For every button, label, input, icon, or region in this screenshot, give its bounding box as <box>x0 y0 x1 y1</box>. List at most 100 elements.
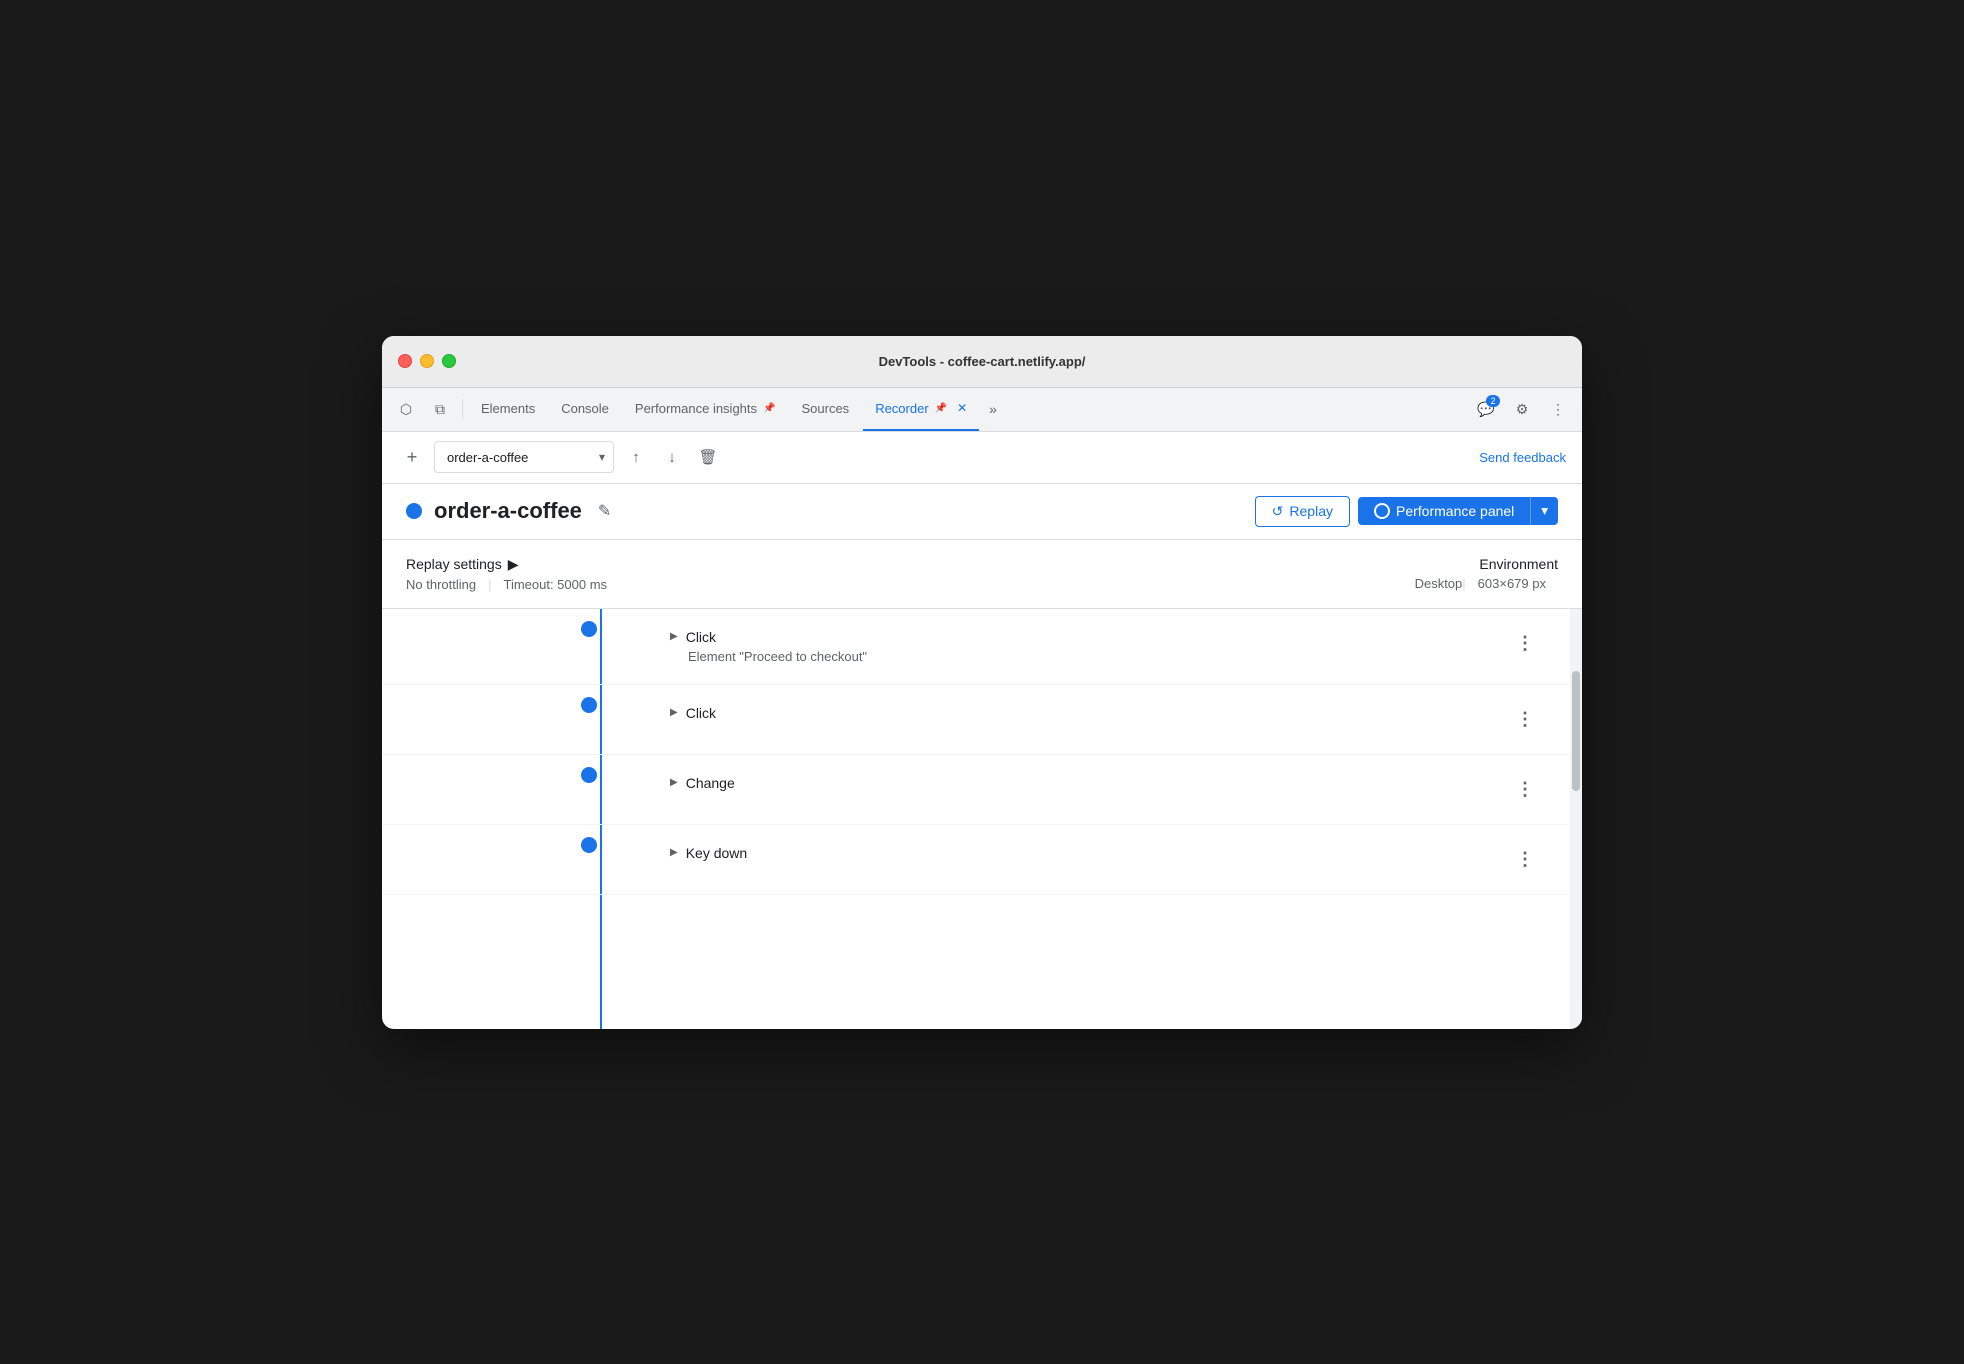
settings-detail: No throttling | Timeout: 5000 ms <box>406 577 619 592</box>
import-button[interactable]: ↓ <box>658 443 686 471</box>
plus-icon: + <box>407 447 418 468</box>
step-2-dot <box>581 697 597 713</box>
step-2-name: Click <box>686 705 716 721</box>
step-1-description: Element "Proceed to checkout" <box>670 649 1508 664</box>
more-tabs-button[interactable]: » <box>981 387 1005 431</box>
maximize-window-button[interactable] <box>442 354 456 368</box>
step-4-name: Key down <box>686 845 747 861</box>
cursor-icon: ⬡ <box>400 401 412 418</box>
devtools-window: DevTools - coffee-cart.netlify.app/ ⬡ ⧉ … <box>382 336 1582 1029</box>
window-title: DevTools - coffee-cart.netlify.app/ <box>879 354 1086 369</box>
step-3-name: Change <box>686 775 735 791</box>
recording-header: order-a-coffee ✎ ↺ Replay Performance pa… <box>382 484 1582 540</box>
resolution-value: 603×679 px <box>1466 576 1558 591</box>
scrollbar[interactable] <box>1570 609 1582 1029</box>
new-recording-button[interactable]: + <box>398 443 426 471</box>
tab-recorder[interactable]: Recorder 📌 ✕ <box>863 387 979 431</box>
performance-panel-group: Performance panel ▾ <box>1358 497 1558 525</box>
tab-console-label: Console <box>561 401 609 416</box>
performance-icon <box>1374 503 1390 519</box>
comments-badge: 2 <box>1486 395 1500 407</box>
step-1-content: ▶ Click Element "Proceed to checkout" <box>622 629 1508 664</box>
settings-right: Environment Desktop | 603×679 px <box>1415 556 1558 591</box>
send-feedback-link[interactable]: Send feedback <box>1479 450 1566 465</box>
delete-button[interactable]: 🗑 <box>694 443 722 471</box>
settings-section: Replay settings ▶ No throttling | Timeou… <box>382 540 1582 609</box>
step-1: ▶ Click Element "Proceed to checkout" ⋮ <box>382 609 1582 685</box>
layers-icon-btn[interactable]: ⧉ <box>424 393 456 425</box>
tab-divider <box>462 399 463 419</box>
step-2-more-button[interactable]: ⋮ <box>1508 705 1542 734</box>
tabs-bar: ⬡ ⧉ Elements Console Performance insight… <box>382 388 1582 432</box>
pin-icon: 📌 <box>763 403 775 414</box>
timeout-value: Timeout: 5000 ms <box>491 577 619 592</box>
export-button[interactable]: ↑ <box>622 443 650 471</box>
step-4: ▶ Key down ⋮ <box>382 825 1582 895</box>
delete-icon: 🗑 <box>698 448 717 466</box>
steps-container: ▶ Click Element "Proceed to checkout" ⋮ … <box>382 609 1582 1029</box>
throttling-value: No throttling <box>406 577 488 592</box>
chevron-down-icon: ▾ <box>599 450 605 464</box>
step-1-expand-icon: ▶ <box>670 631 678 642</box>
close-tab-icon[interactable]: ✕ <box>957 401 967 415</box>
more-vertical-icon: ⋮ <box>1551 401 1565 418</box>
performance-panel-button[interactable]: Performance panel <box>1358 497 1530 525</box>
tab-performance-insights[interactable]: Performance insights 📌 <box>623 387 788 431</box>
toolbar: + order-a-coffee ▾ ↑ ↓ 🗑 Send feedback <box>382 432 1582 484</box>
tab-elements[interactable]: Elements <box>469 387 547 431</box>
traffic-lights <box>398 354 456 368</box>
step-4-expand-icon: ▶ <box>670 847 678 858</box>
settings-button[interactable]: ⚙ <box>1506 393 1538 425</box>
tab-elements-label: Elements <box>481 401 535 416</box>
titlebar: DevTools - coffee-cart.netlify.app/ <box>382 336 1582 388</box>
performance-panel-label: Performance panel <box>1396 503 1514 519</box>
tab-performance-insights-label: Performance insights <box>635 401 757 416</box>
comments-button[interactable]: 💬 2 <box>1470 393 1502 425</box>
step-3-content: ▶ Change <box>622 775 1508 791</box>
step-3: ▶ Change ⋮ <box>382 755 1582 825</box>
performance-panel-dropdown-button[interactable]: ▾ <box>1530 497 1558 525</box>
step-2: ▶ Click ⋮ <box>382 685 1582 755</box>
cursor-icon-btn[interactable]: ⬡ <box>390 393 422 425</box>
environment-detail: Desktop | 603×679 px <box>1415 576 1558 591</box>
step-1-name: Click <box>686 629 716 645</box>
step-3-header[interactable]: ▶ Change <box>670 775 1508 791</box>
export-icon: ↑ <box>632 449 640 466</box>
tabs-right: 💬 2 ⚙ ⋮ <box>1470 393 1574 425</box>
device-value: Desktop <box>1415 576 1463 591</box>
edit-pencil-icon[interactable]: ✎ <box>598 501 611 521</box>
step-4-more-button[interactable]: ⋮ <box>1508 845 1542 874</box>
tab-console[interactable]: Console <box>549 387 621 431</box>
step-1-header[interactable]: ▶ Click <box>670 629 1508 645</box>
step-3-expand-icon: ▶ <box>670 777 678 788</box>
more-options-button[interactable]: ⋮ <box>1542 393 1574 425</box>
layers-icon: ⧉ <box>435 401 445 418</box>
step-1-more-button[interactable]: ⋮ <box>1508 629 1542 658</box>
replay-settings-button[interactable]: Replay settings ▶ <box>406 556 619 573</box>
step-3-more-button[interactable]: ⋮ <box>1508 775 1542 804</box>
settings-gear-icon: ⚙ <box>1516 401 1529 418</box>
scrollbar-thumb[interactable] <box>1572 671 1580 791</box>
tab-sources[interactable]: Sources <box>789 387 861 431</box>
step-2-content: ▶ Click <box>622 705 1508 721</box>
tab-sources-label: Sources <box>801 401 849 416</box>
step-3-dot <box>581 767 597 783</box>
step-1-dot <box>581 621 597 637</box>
replay-settings-label: Replay settings <box>406 556 502 572</box>
minimize-window-button[interactable] <box>420 354 434 368</box>
step-2-header[interactable]: ▶ Click <box>670 705 1508 721</box>
replay-button[interactable]: ↺ Replay <box>1255 496 1350 527</box>
header-actions: ↺ Replay Performance panel ▾ <box>1255 496 1558 527</box>
step-4-dot <box>581 837 597 853</box>
tab-recorder-label: Recorder <box>875 401 928 416</box>
replay-icon: ↺ <box>1272 503 1284 520</box>
recording-title: order-a-coffee <box>434 498 582 524</box>
recording-selector[interactable]: order-a-coffee ▾ <box>434 441 614 473</box>
replay-label: Replay <box>1289 503 1333 519</box>
step-4-content: ▶ Key down <box>622 845 1508 861</box>
more-tabs-icon: » <box>989 401 997 417</box>
close-window-button[interactable] <box>398 354 412 368</box>
dropdown-chevron-icon: ▾ <box>1541 503 1548 519</box>
settings-arrow-icon: ▶ <box>508 556 519 573</box>
step-4-header[interactable]: ▶ Key down <box>670 845 1508 861</box>
